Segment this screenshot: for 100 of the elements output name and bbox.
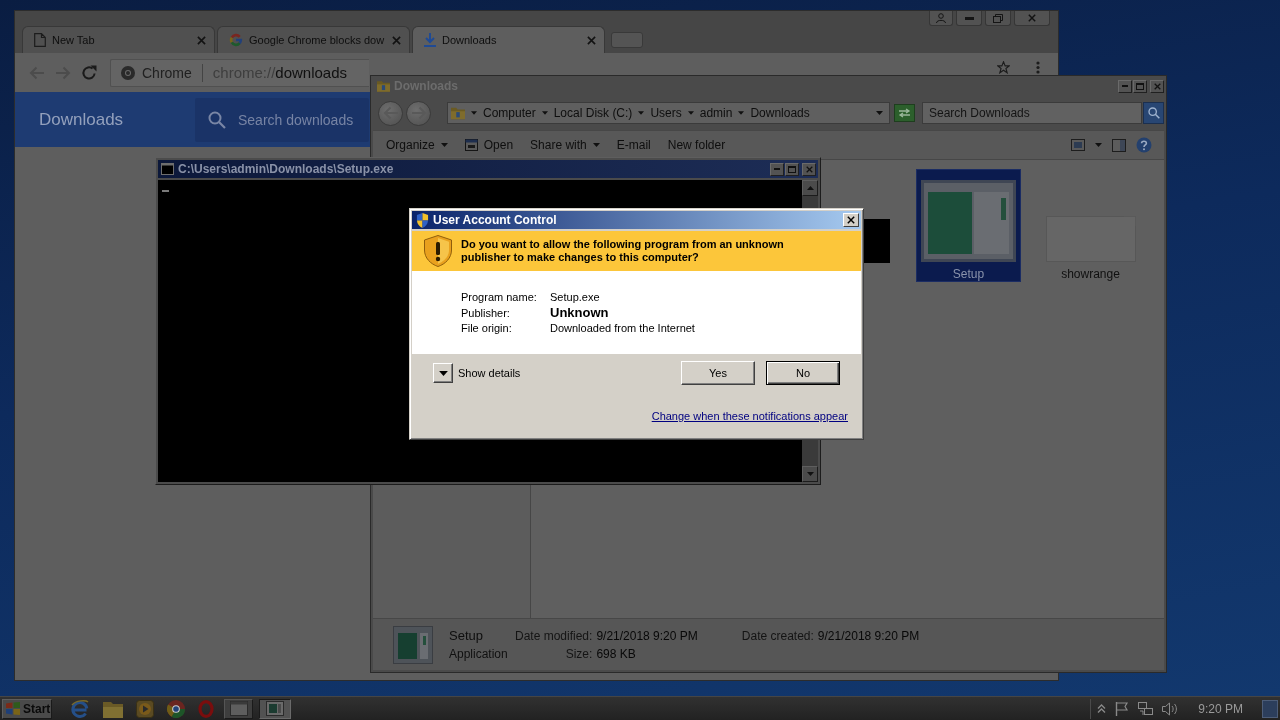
dialog-title: User Account Control bbox=[433, 213, 557, 227]
field-value: Setup.exe bbox=[550, 291, 601, 303]
minimize-icon bbox=[964, 16, 974, 20]
user-icon bbox=[936, 13, 946, 23]
search-field[interactable]: Search Downloads bbox=[922, 102, 1142, 124]
text-cursor-icon bbox=[162, 190, 169, 192]
refresh-button[interactable] bbox=[894, 104, 915, 122]
chevron-icon bbox=[638, 111, 645, 115]
left-arrow-icon bbox=[382, 106, 399, 120]
search-field[interactable]: Search downloads bbox=[195, 97, 369, 142]
file-item[interactable]: Setup bbox=[916, 169, 1021, 282]
folder-icon[interactable] bbox=[103, 699, 123, 718]
minimize-button[interactable] bbox=[1118, 79, 1132, 93]
maximize-button[interactable] bbox=[1133, 79, 1147, 93]
chevron-icon bbox=[687, 111, 694, 115]
restore-button[interactable] bbox=[985, 11, 1011, 26]
new-tab-button[interactable] bbox=[611, 32, 643, 48]
show-desktop-button[interactable] bbox=[1262, 699, 1278, 718]
caret-down-icon bbox=[438, 370, 448, 376]
speaker-icon[interactable] bbox=[1162, 701, 1178, 716]
browser-tab[interactable]: Downloads bbox=[412, 26, 605, 53]
details-toggle-label[interactable]: Show details bbox=[458, 367, 521, 379]
toolbar-menu-button[interactable]: Share with bbox=[530, 138, 600, 152]
star-icon[interactable] bbox=[997, 61, 1010, 74]
dialog-button[interactable]: Yes bbox=[681, 361, 755, 385]
tab-close-icon[interactable] bbox=[587, 35, 596, 45]
view-options-icon[interactable] bbox=[1071, 139, 1085, 151]
close-icon bbox=[847, 216, 855, 224]
maximize-button[interactable] bbox=[785, 162, 799, 176]
file-type-text: Application bbox=[449, 646, 509, 661]
app-icon bbox=[393, 625, 433, 664]
app-window-icon bbox=[464, 139, 478, 151]
breadcrumb-item[interactable]: Computer bbox=[483, 106, 536, 120]
more-menu-icon[interactable] bbox=[1036, 61, 1040, 74]
minimize-button[interactable] bbox=[956, 11, 982, 26]
taskbar-button[interactable] bbox=[259, 698, 291, 719]
download-icon bbox=[424, 33, 436, 47]
scroll-up-button[interactable] bbox=[802, 180, 818, 196]
field-label: Size: bbox=[565, 646, 593, 661]
search-button[interactable] bbox=[1143, 102, 1164, 124]
browser-tab[interactable]: Google Chrome blocks dow bbox=[217, 26, 410, 53]
view-caret-icon bbox=[1095, 143, 1102, 147]
network-icon[interactable] bbox=[1138, 701, 1154, 716]
media-play-icon[interactable] bbox=[136, 699, 154, 718]
breadcrumb-bar[interactable]: Computer Local Disk (C:) Users admin Downloads bbox=[447, 102, 890, 124]
browser-logo-icon[interactable] bbox=[167, 699, 185, 718]
settings-link[interactable]: Change when these notifications appear bbox=[651, 410, 848, 422]
start-button[interactable]: Start bbox=[2, 698, 52, 719]
close-icon bbox=[1028, 14, 1036, 22]
close-icon bbox=[805, 165, 813, 173]
dialog-button[interactable]: No bbox=[766, 361, 840, 385]
maximize-icon bbox=[788, 165, 796, 173]
question-text: Do you want to allow the following program from an unknown publisher to make changes to this computer? bbox=[461, 238, 785, 264]
page-title: Downloads bbox=[39, 109, 124, 130]
toolbar-button[interactable]: Open bbox=[464, 138, 514, 152]
chevron-icon bbox=[738, 111, 745, 115]
dropdown-caret-icon bbox=[876, 111, 883, 115]
folder-icon bbox=[377, 79, 390, 93]
breadcrumb-item[interactable]: admin bbox=[699, 106, 733, 120]
search-icon bbox=[208, 110, 226, 129]
breadcrumb-item[interactable]: Users bbox=[650, 106, 682, 120]
restore-icon bbox=[993, 13, 1003, 23]
page-icon bbox=[34, 33, 46, 47]
g-logo-icon bbox=[229, 33, 243, 47]
toolbar-menu-button[interactable]: Organize bbox=[386, 138, 448, 152]
clock-text[interactable]: 9:20 PM bbox=[1198, 701, 1243, 716]
taskbar-button[interactable] bbox=[224, 698, 253, 719]
file-item[interactable]: showrange bbox=[1038, 169, 1143, 282]
maximize-icon bbox=[1136, 82, 1144, 90]
tab-close-icon[interactable] bbox=[392, 35, 401, 45]
folder-icon bbox=[451, 105, 465, 121]
forward-button[interactable] bbox=[406, 100, 431, 126]
tab-close-icon[interactable] bbox=[197, 35, 206, 45]
file-name-text: Setup bbox=[449, 628, 484, 643]
chevron-up-icon[interactable] bbox=[1097, 704, 1107, 713]
flag-icon[interactable] bbox=[1115, 701, 1130, 716]
preview-pane-icon[interactable] bbox=[1112, 138, 1126, 152]
toolbar-button[interactable]: E-mail bbox=[616, 138, 651, 152]
back-button[interactable] bbox=[378, 100, 403, 126]
window-title: C:\Users\admin\Downloads\Setup.exe bbox=[178, 162, 394, 176]
minimize-button[interactable] bbox=[770, 162, 784, 176]
browser-logo-icon bbox=[121, 65, 135, 80]
profile-button[interactable] bbox=[929, 11, 953, 26]
details-toggle-button[interactable] bbox=[433, 363, 453, 383]
e-logo-icon[interactable] bbox=[70, 698, 90, 719]
breadcrumb-item[interactable]: Local Disk (C:) bbox=[553, 106, 633, 120]
close-icon bbox=[1153, 82, 1161, 90]
field-label: Program name: bbox=[461, 291, 538, 303]
scroll-down-button[interactable] bbox=[802, 466, 818, 482]
window-icon bbox=[229, 701, 248, 716]
help-icon[interactable] bbox=[1136, 137, 1152, 153]
chevron-icon bbox=[541, 111, 548, 115]
toolbar-button[interactable]: New folder bbox=[667, 138, 726, 152]
search-icon bbox=[1147, 107, 1160, 119]
field-value: 9/21/2018 9:20 PM bbox=[817, 628, 920, 643]
reload-icon[interactable] bbox=[81, 64, 97, 81]
minimize-icon bbox=[1122, 85, 1128, 87]
breadcrumb-item[interactable]: Downloads bbox=[750, 106, 810, 120]
browser-tab[interactable]: New Tab bbox=[22, 26, 215, 53]
up-arrow-icon bbox=[806, 186, 814, 190]
